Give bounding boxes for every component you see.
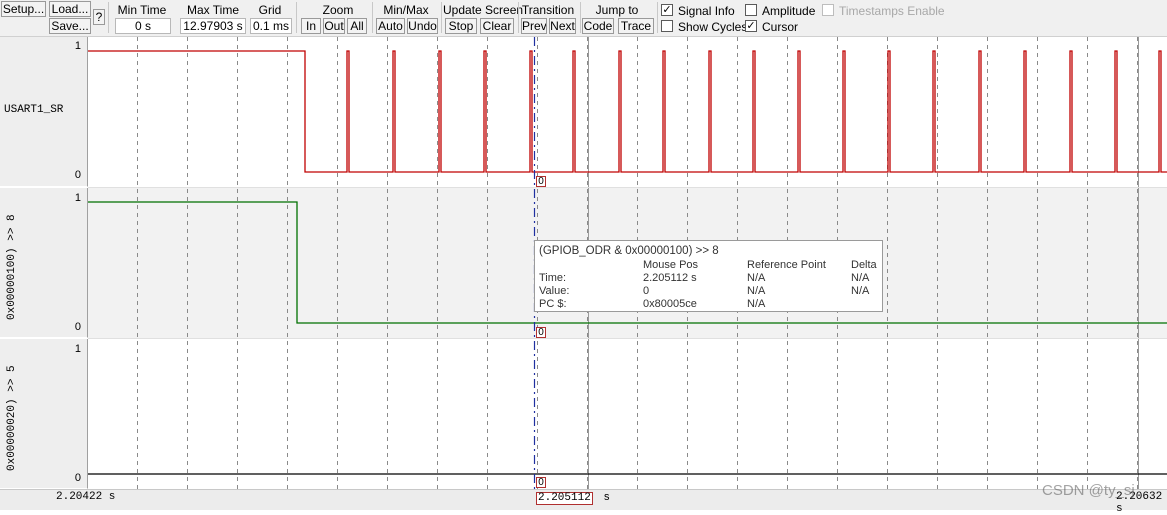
time-row-label: Time: [539,272,567,284]
minmax-undo-button[interactable]: Undo [407,18,438,34]
signal-name: USART1_SR [4,104,64,116]
jump-to-label: Jump to [595,3,639,17]
grid-label: Grid [258,3,282,17]
timestamps-enable-checkbox[interactable] [822,4,834,16]
zoom-out-button[interactable]: Out [323,18,345,34]
show-cycles-checkbox[interactable] [661,20,673,32]
signal-high-level: 1 [74,40,81,52]
min-time-label: Min Time [117,3,167,17]
max-time-label: Max Time [186,3,239,17]
next-transition-button[interactable]: Next [549,18,576,34]
cursor-time-unit: s [604,491,610,503]
minmax-label: Min/Max [383,3,429,17]
clear-button[interactable]: Clear [480,18,514,34]
timestamps-enable-label: Timestamps Enable [839,4,945,18]
col-mouse-pos: Mouse Pos [643,259,699,271]
value-delta-value: N/A [851,285,870,297]
signal-high-level: 1 [74,192,81,204]
tooltip-title: (GPIOB_ODR & 0x00000100) >> 8 [539,245,719,257]
signal-row-label-gpiob-bit5[interactable]: 0x00000020) >> 5 1 0 [0,339,88,489]
toolbar-separator [372,2,373,33]
zoom-in-button[interactable]: In [301,18,321,34]
time-ref-value: N/A [747,272,766,284]
logic-analyzer-toolbar: Setup... Load... Save... ? Min Time 0 s … [0,0,1167,37]
cursor-time-readout: 2.205112 [536,492,593,505]
help-button[interactable]: ? [93,9,105,25]
minmax-auto-button[interactable]: Auto [376,18,405,34]
toolbar-separator [441,2,442,33]
pc-mouse-value: 0x80005ce [643,298,697,310]
cursor-value-marker: 0 [536,327,546,338]
signal-row-label-usart1-sr[interactable]: USART1_SR 1 0 [0,37,88,187]
time-mouse-value: 2.205112 s [643,272,697,284]
setup-button[interactable]: Setup... [1,1,46,17]
cursor-value-marker: 0 [536,477,546,488]
zoom-all-button[interactable]: All [347,18,367,34]
signal-info-label: Signal Info [678,4,735,18]
signal-low-level: 0 [74,321,81,333]
load-button[interactable]: Load... [49,1,91,17]
signal-name: 0x00000100) >> 8 [6,214,18,320]
col-delta: Delta [851,259,877,271]
value-ref-value: N/A [747,285,766,297]
time-axis-bar[interactable]: 2.20422 s 2.205112 s 2.20632 s CSDN @ty_… [0,482,1167,515]
toolbar-separator [518,2,519,33]
cursor-label: Cursor [762,20,799,34]
value-mouse-value: 0 [643,285,650,297]
signal-info-checkbox[interactable]: ✓ [661,4,673,16]
pc-row-label: PC $: [539,298,567,310]
toolbar-separator [108,2,109,33]
zoom-label: Zoom [322,3,354,17]
amplitude-checkbox[interactable] [745,4,757,16]
signal-row-label-gpiob-bit8[interactable]: 0x00000100) >> 8 1 0 [0,188,88,338]
signal-name: 0x00000020) >> 5 [6,365,18,471]
stop-button[interactable]: Stop [445,18,477,34]
toolbar-separator [657,2,658,33]
cursor-value-marker: 0 [536,176,546,187]
pc-ref-value: N/A [747,298,766,310]
show-cycles-label: Show Cycles [678,20,748,34]
max-time-value: 12.97903 s [180,18,246,34]
signal-info-tooltip: (GPIOB_ODR & 0x00000100) >> 8 Mouse Pos … [534,240,883,312]
value-row-label: Value: [539,285,570,297]
save-button[interactable]: Save... [49,18,91,34]
grid-value: 0.1 ms [250,18,292,34]
time-axis-start: 2.20422 s [56,491,116,503]
amplitude-label: Amplitude [762,4,816,18]
jump-trace-button[interactable]: Trace [618,18,654,34]
cursor-checkbox[interactable]: ✓ [745,20,757,32]
toolbar-separator [580,2,581,33]
time-delta-value: N/A [851,272,870,284]
signal-low-level: 0 [74,472,81,484]
jump-code-button[interactable]: Code [582,18,614,34]
usart1-sr-trace [88,50,1167,173]
signal-low-level: 0 [74,169,81,181]
transition-label: Transition [521,3,575,17]
prev-transition-button[interactable]: Prev [521,18,547,34]
watermark: CSDN @ty_sj [1042,482,1135,499]
signal-high-level: 1 [74,343,81,355]
col-reference-point: Reference Point [747,259,826,271]
min-time-value: 0 s [115,18,171,34]
toolbar-separator [296,2,297,33]
update-screen-label: Update Screen [443,3,524,17]
